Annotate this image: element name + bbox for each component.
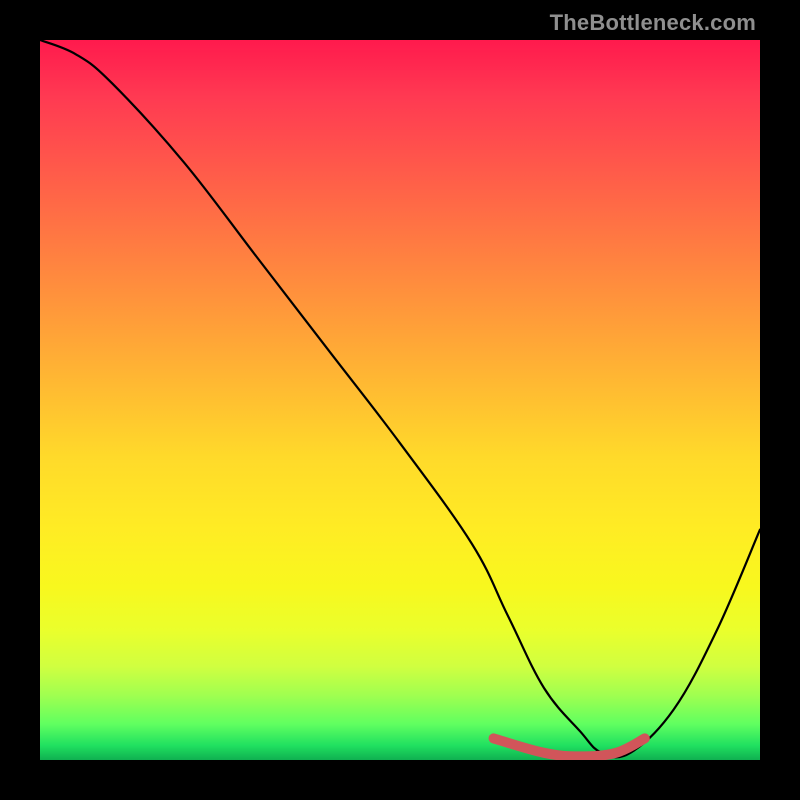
watermark-text: TheBottleneck.com <box>550 10 756 36</box>
chart-plot-area <box>40 40 760 760</box>
bottleneck-curve <box>40 40 760 757</box>
optimal-range-highlight <box>494 738 645 756</box>
chart-svg <box>40 40 760 760</box>
chart-frame: TheBottleneck.com <box>0 0 800 800</box>
